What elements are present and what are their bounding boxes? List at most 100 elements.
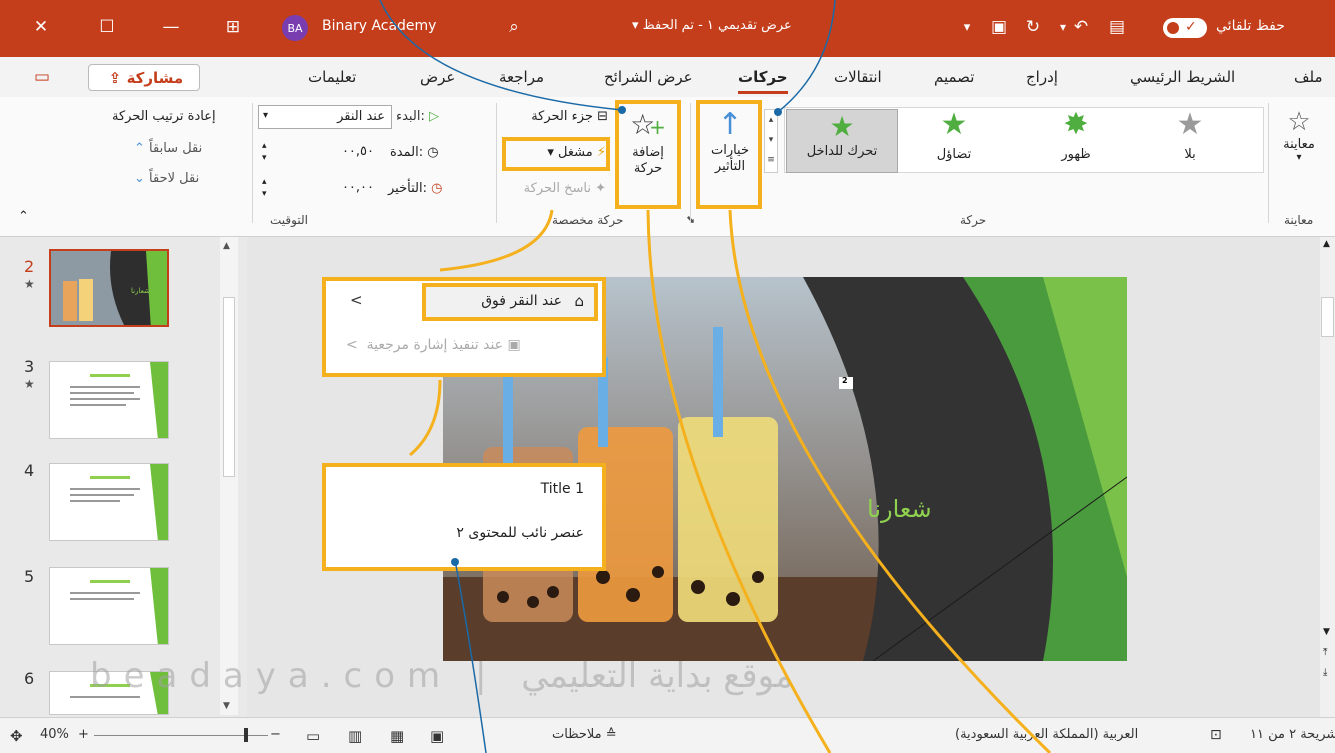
undo-icon[interactable]: ↶	[1070, 16, 1092, 38]
delay-input[interactable]: ▴ ▾ ٠٠,٠٠	[258, 177, 382, 201]
group-preview-label: معاينة	[1284, 213, 1314, 227]
scroll-up-icon[interactable]: ▲	[223, 241, 230, 251]
preview-button[interactable]: ☆ معاينة ▾	[1274, 107, 1324, 163]
slide-thumbnail-2[interactable]: شعارنا	[49, 249, 169, 327]
duration-input[interactable]: ▴ ▾ ٠٠,٥٠	[258, 141, 382, 165]
search-icon[interactable]: ⌕	[503, 16, 525, 38]
quick-access-dropdown-icon[interactable]: ▾	[956, 16, 978, 38]
effect-none[interactable]: ★ بلا	[1150, 107, 1230, 175]
clock-icon: ◷	[427, 145, 439, 160]
animation-painter-button[interactable]: ناسخ الحركة ✦	[506, 181, 606, 196]
slide-thumbnails-pane: ▲ ▼ 2 ★ شعارنا 3 ★ 4 5 6	[0, 237, 247, 717]
tab-animations[interactable]: حركات	[738, 68, 788, 94]
slide-number: 4	[24, 461, 35, 480]
close-icon[interactable]: ✕	[30, 16, 52, 38]
star-appear-icon: ✸	[1063, 107, 1089, 142]
maximize-icon[interactable]: ☐	[96, 16, 118, 38]
present-icon[interactable]: ▣	[988, 16, 1010, 38]
duration-label: المدة: ◷	[390, 145, 439, 160]
tab-view[interactable]: عرض	[420, 68, 455, 86]
reading-view-icon[interactable]: ▥	[348, 727, 362, 745]
on-bookmark-item[interactable]: < عند تنفيذ إشارة مرجعية ▣	[346, 337, 521, 353]
thumb-graphic	[70, 568, 168, 644]
gallery-scroll[interactable]: ▴ ▾ ≡	[764, 109, 778, 173]
tab-review[interactable]: مراجعة	[499, 68, 544, 86]
ribbon-display-icon[interactable]: ⊞	[222, 16, 244, 38]
start-value: عند النقر	[337, 109, 385, 124]
slide-number: 3	[24, 357, 35, 376]
tab-file[interactable]: ملف	[1294, 68, 1323, 86]
zoom-in-icon[interactable]: +	[78, 727, 89, 742]
shape-item-content[interactable]: عنصر نائب للمحتوى ٢	[456, 525, 584, 541]
chevron-down-icon: ▾	[263, 110, 269, 121]
on-click-item[interactable]: ⌂ عند النقر فوق	[422, 283, 598, 321]
on-click-label: عند النقر فوق	[481, 293, 562, 309]
share-button[interactable]: ⇪ مشاركة	[88, 64, 200, 91]
move-earlier-label: نقل سابقاً	[149, 141, 203, 156]
start-label-text: البدء:	[396, 109, 425, 124]
move-earlier-button[interactable]: ⌃ نقل سابقاً	[134, 141, 202, 156]
autosave-toggle[interactable]: ✓	[1163, 18, 1207, 38]
zoom-slider[interactable]	[94, 735, 268, 736]
slideshow-view-icon[interactable]: ▭	[306, 727, 320, 745]
scroll-thumb[interactable]	[223, 297, 235, 477]
shape-item-title[interactable]: Title 1	[541, 481, 584, 497]
slide-number: 2	[24, 257, 35, 276]
animation-painter-label: ناسخ الحركة	[523, 181, 591, 196]
animation-pane-label: جزء الحركة	[531, 109, 593, 124]
slide-thumbnail-3[interactable]	[49, 361, 169, 439]
move-later-button[interactable]: ⌄ نقل لاحقاً	[134, 171, 199, 186]
trigger-highlight	[502, 137, 610, 171]
next-slide-icon[interactable]: ⤓	[1323, 667, 1327, 678]
sorter-view-icon[interactable]: ▦	[390, 727, 404, 745]
share-icon: ⇪	[108, 68, 122, 87]
comment-icon[interactable]: ▭	[30, 65, 54, 89]
effect-appear-label: ظهور	[1061, 147, 1091, 162]
thumbnails-scrollbar[interactable]: ▲ ▼	[220, 237, 238, 715]
scroll-down-icon[interactable]: ▼	[1323, 627, 1330, 637]
animation-order-badge[interactable]: 2	[842, 376, 848, 385]
notes-button[interactable]: ملاحظات ≙	[552, 727, 617, 742]
trigger-menu: < ⌂ عند النقر فوق < عند تنفيذ إشارة مرجع…	[322, 277, 606, 377]
thumb-graphic	[70, 464, 168, 540]
scroll-thumb[interactable]	[1321, 297, 1334, 337]
tab-home[interactable]: الشريط الرئيسي	[1130, 68, 1235, 86]
tab-transitions[interactable]: انتقالات	[834, 68, 882, 86]
tab-insert[interactable]: إدراج	[1026, 68, 1058, 86]
scroll-down-icon[interactable]: ▼	[223, 701, 230, 711]
save-icon[interactable]: ▤	[1106, 16, 1128, 38]
normal-view-icon[interactable]: ▣	[430, 727, 444, 745]
slide-thumbnail-4[interactable]	[49, 463, 169, 541]
title-bar: ✕ ☐ — ⊞ BA Binary Academy ⌕ ▾ عرض تقديمي…	[0, 0, 1335, 57]
tab-design[interactable]: تصميم	[934, 68, 974, 86]
ribbon: ☆ معاينة ▾ معاينة ★ تحرك للداخل ★ تضاؤل …	[0, 97, 1335, 237]
slide-title[interactable]: شعارنا	[867, 495, 932, 523]
minimize-icon[interactable]: —	[160, 16, 182, 38]
delay-value: ٠٠,٠٠	[341, 180, 374, 195]
group-divider	[252, 103, 253, 223]
fit-to-window-icon[interactable]: ✥	[10, 727, 23, 745]
effect-fade[interactable]: ★ تضاؤل	[914, 107, 994, 175]
slide-scrollbar[interactable]: ▲ ▼ ⤒ ⤓	[1320, 237, 1335, 717]
scroll-up-icon[interactable]: ▲	[1323, 239, 1330, 249]
tab-help[interactable]: تعليمات	[308, 68, 356, 86]
slide-thumbnail-5[interactable]	[49, 567, 169, 645]
avatar[interactable]: BA	[282, 15, 308, 41]
status-bar: ✥ 40% + − ▭ ▥ ▦ ▣ ملاحظات ≙ العربية (الم…	[0, 717, 1335, 753]
accessibility-icon[interactable]: ⊡	[1210, 727, 1222, 743]
star-flyin-icon: ★	[829, 110, 855, 143]
animation-pane-button[interactable]: جزء الحركة ⊟	[508, 109, 608, 124]
redo-icon[interactable]: ↻	[1022, 16, 1044, 38]
start-select[interactable]: ▾ عند النقر	[258, 105, 392, 129]
previous-slide-icon[interactable]: ⤒	[1323, 647, 1327, 658]
effect-appear[interactable]: ✸ ظهور	[1036, 107, 1116, 175]
group-divider	[690, 103, 691, 223]
zoom-level[interactable]: 40%	[40, 727, 69, 742]
chevron-up-icon: ⌃	[134, 141, 145, 156]
zoom-out-icon[interactable]: −	[270, 727, 281, 742]
zoom-slider-thumb[interactable]	[244, 728, 248, 742]
effect-fly-in[interactable]: ★ تحرك للداخل	[786, 109, 898, 173]
tab-slideshow[interactable]: عرض الشرائح	[604, 68, 693, 86]
document-title[interactable]: ▾ عرض تقديمي ١ - تم الحفظ	[632, 18, 792, 33]
collapse-ribbon-icon[interactable]: ⌃	[18, 209, 29, 224]
